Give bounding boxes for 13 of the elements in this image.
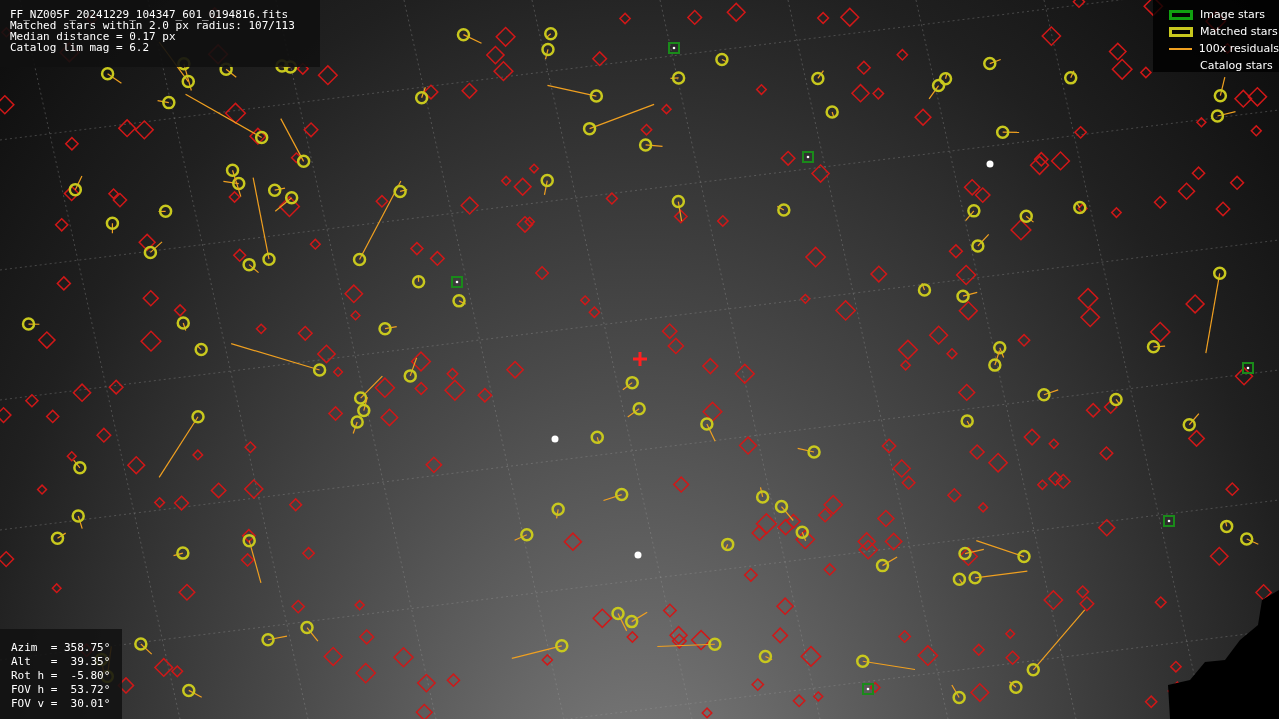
legend-label: Image stars <box>1200 6 1265 23</box>
legend-label: Catalog stars <box>1200 57 1273 74</box>
pointing-line: Alt = 39.35° <box>11 655 111 669</box>
info-line: FF_NZ005F_20241229_104347_601_0194816.fits <box>10 9 290 20</box>
info-line: Catalog lim mag = 6.2 <box>10 42 151 53</box>
pointing-line: Azim = 358.75° <box>11 641 111 655</box>
info-line: Median distance = 0.17 px <box>10 31 176 42</box>
legend-label: 100x residuals <box>1198 40 1279 57</box>
legend-label: Matched stars <box>1200 23 1278 40</box>
info-line: Matched stars within 2.0 px radius: 107/113 <box>10 20 296 31</box>
pointing-line: FOV v = 30.01° <box>11 697 111 711</box>
pointing-line: Rot h = -5.80° <box>11 669 111 683</box>
pointing-line: FOV h = 53.72° <box>11 683 111 697</box>
